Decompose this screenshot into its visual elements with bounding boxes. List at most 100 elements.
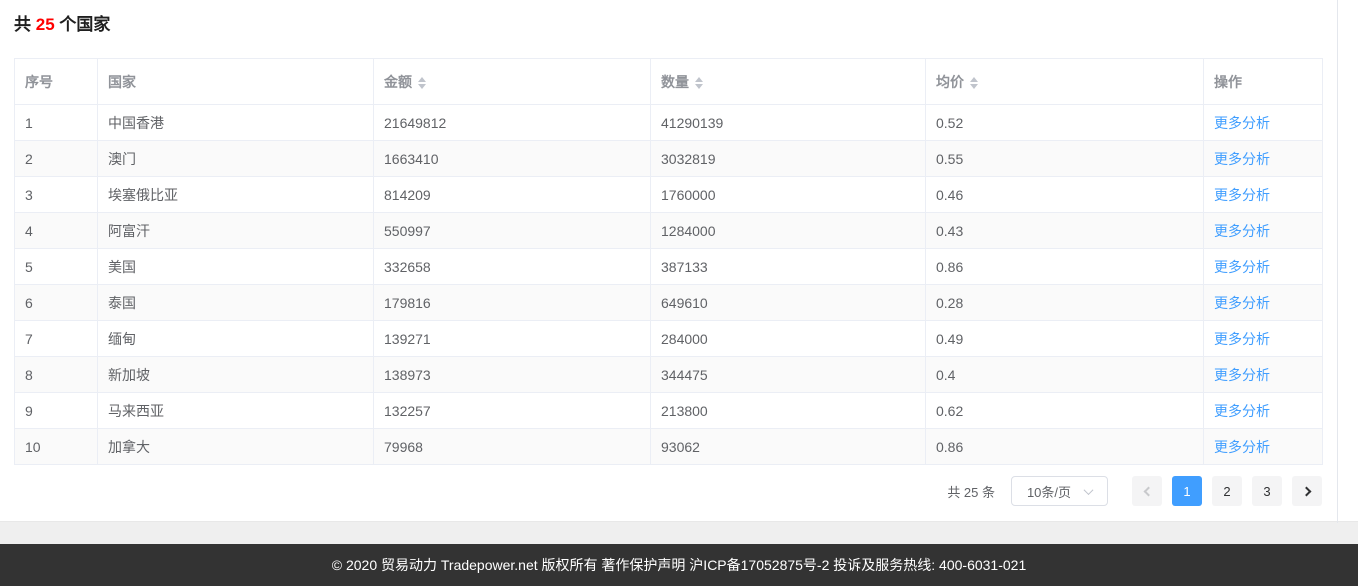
cell-quantity: 213800	[651, 393, 926, 429]
column-label: 序号	[25, 74, 53, 90]
sort-caret-icon[interactable]	[418, 77, 426, 89]
cell-quantity: 387133	[651, 249, 926, 285]
cell-country: 泰国	[98, 285, 374, 321]
more-analysis-link[interactable]: 更多分析	[1214, 295, 1270, 311]
chevron-left-icon	[1143, 486, 1153, 496]
cell-country: 中国香港	[98, 105, 374, 141]
countries-table: 序号国家金额数量均价操作 1中国香港21649812412901390.52更多…	[14, 58, 1323, 465]
more-analysis-link[interactable]: 更多分析	[1214, 439, 1270, 455]
cell-avg_price: 0.4	[926, 357, 1204, 393]
cell-country: 缅甸	[98, 321, 374, 357]
cell-action: 更多分析	[1204, 393, 1323, 429]
cell-quantity: 93062	[651, 429, 926, 465]
page-title: 共 25 个国家	[14, 0, 1358, 35]
table-row: 10加拿大79968930620.86更多分析	[15, 429, 1323, 465]
content-right-divider	[1337, 0, 1338, 523]
cell-index: 5	[15, 249, 98, 285]
title-prefix: 共	[14, 15, 36, 34]
column-header-action: 操作	[1204, 59, 1323, 105]
column-label: 操作	[1214, 74, 1242, 90]
cell-index: 7	[15, 321, 98, 357]
chevron-right-icon	[1301, 486, 1311, 496]
cell-quantity: 1760000	[651, 177, 926, 213]
title-suffix: 个国家	[55, 15, 111, 34]
column-header-country: 国家	[98, 59, 374, 105]
cell-country: 马来西亚	[98, 393, 374, 429]
cell-amount: 814209	[374, 177, 651, 213]
cell-action: 更多分析	[1204, 429, 1323, 465]
cell-country: 澳门	[98, 141, 374, 177]
table-header-row: 序号 国家金额 数量 均价 操作	[15, 59, 1323, 105]
column-label: 均价	[936, 74, 964, 90]
table-row: 9马来西亚1322572138000.62 更多分析	[15, 393, 1323, 429]
chevron-down-icon	[1084, 485, 1094, 495]
more-analysis-link[interactable]: 更多分析	[1214, 187, 1270, 203]
page-button-2[interactable]: 2	[1212, 476, 1242, 506]
cell-amount: 139271	[374, 321, 651, 357]
page-size-select[interactable]: 10条/页	[1011, 476, 1108, 506]
cell-index: 6	[15, 285, 98, 321]
column-header-quantity[interactable]: 数量	[651, 59, 926, 105]
column-label: 数量	[661, 74, 689, 90]
pagination-total: 共 25 条	[947, 482, 995, 501]
more-analysis-link[interactable]: 更多分析	[1214, 223, 1270, 239]
next-page-button[interactable]	[1292, 476, 1322, 506]
cell-country: 埃塞俄比亚	[98, 177, 374, 213]
more-analysis-link[interactable]: 更多分析	[1214, 331, 1270, 347]
page-button-3[interactable]: 3	[1252, 476, 1282, 506]
cell-avg_price: 0.62	[926, 393, 1204, 429]
column-label: 金额	[384, 74, 412, 90]
sort-caret-icon[interactable]	[695, 77, 703, 89]
cell-index: 2	[15, 141, 98, 177]
cell-avg_price: 0.55	[926, 141, 1204, 177]
table-row: 6泰国1798166496100.28 更多分析	[15, 285, 1323, 321]
column-header-amount[interactable]: 金额	[374, 59, 651, 105]
cell-country: 新加坡	[98, 357, 374, 393]
cell-quantity: 41290139	[651, 105, 926, 141]
more-analysis-link[interactable]: 更多分析	[1214, 115, 1270, 131]
cell-amount: 1663410	[374, 141, 651, 177]
table-row: 5美国3326583871330.86更多分析	[15, 249, 1323, 285]
more-analysis-link[interactable]: 更多分析	[1214, 367, 1270, 383]
column-header-avg_price[interactable]: 均价	[926, 59, 1204, 105]
cell-amount: 332658	[374, 249, 651, 285]
cell-amount: 132257	[374, 393, 651, 429]
cell-action: 更多分析	[1204, 357, 1323, 393]
prev-page-button[interactable]	[1132, 476, 1162, 506]
more-analysis-link[interactable]: 更多分析	[1214, 403, 1270, 419]
more-analysis-link[interactable]: 更多分析	[1214, 259, 1270, 275]
cell-country: 加拿大	[98, 429, 374, 465]
cell-index: 3	[15, 177, 98, 213]
cell-action: 更多分析	[1204, 285, 1323, 321]
cell-avg_price: 0.86	[926, 429, 1204, 465]
table-row: 7缅甸1392712840000.49更多分析	[15, 321, 1323, 357]
cell-amount: 138973	[374, 357, 651, 393]
cell-avg_price: 0.46	[926, 177, 1204, 213]
cell-quantity: 3032819	[651, 141, 926, 177]
more-analysis-link[interactable]: 更多分析	[1214, 151, 1270, 167]
cell-action: 更多分析	[1204, 321, 1323, 357]
content-area: 共 25 个国家 序号国家金额数量均价操作 1中国香港2164981241290…	[0, 0, 1358, 522]
cell-index: 9	[15, 393, 98, 429]
cell-quantity: 649610	[651, 285, 926, 321]
table-row: 8新加坡1389733444750.4 更多分析	[15, 357, 1323, 393]
cell-quantity: 284000	[651, 321, 926, 357]
table-row: 3埃塞俄比亚81420917600000.46 更多分析	[15, 177, 1323, 213]
sort-caret-icon[interactable]	[970, 77, 978, 89]
cell-index: 4	[15, 213, 98, 249]
cell-action: 更多分析	[1204, 105, 1323, 141]
cell-amount: 21649812	[374, 105, 651, 141]
cell-index: 10	[15, 429, 98, 465]
footer-spacer	[0, 522, 1358, 544]
cell-quantity: 344475	[651, 357, 926, 393]
cell-action: 更多分析	[1204, 141, 1323, 177]
footer-text: © 2020 贸易动力 Tradepower.net 版权所有 著作保护声明 沪…	[332, 555, 1027, 575]
country-count: 25	[36, 15, 55, 34]
cell-avg_price: 0.28	[926, 285, 1204, 321]
table-row: 4阿富汗55099712840000.43更多分析	[15, 213, 1323, 249]
cell-index: 8	[15, 357, 98, 393]
cell-amount: 179816	[374, 285, 651, 321]
page-size-label: 10条/页	[1027, 482, 1071, 501]
cell-index: 1	[15, 105, 98, 141]
page-button-1[interactable]: 1	[1172, 476, 1202, 506]
